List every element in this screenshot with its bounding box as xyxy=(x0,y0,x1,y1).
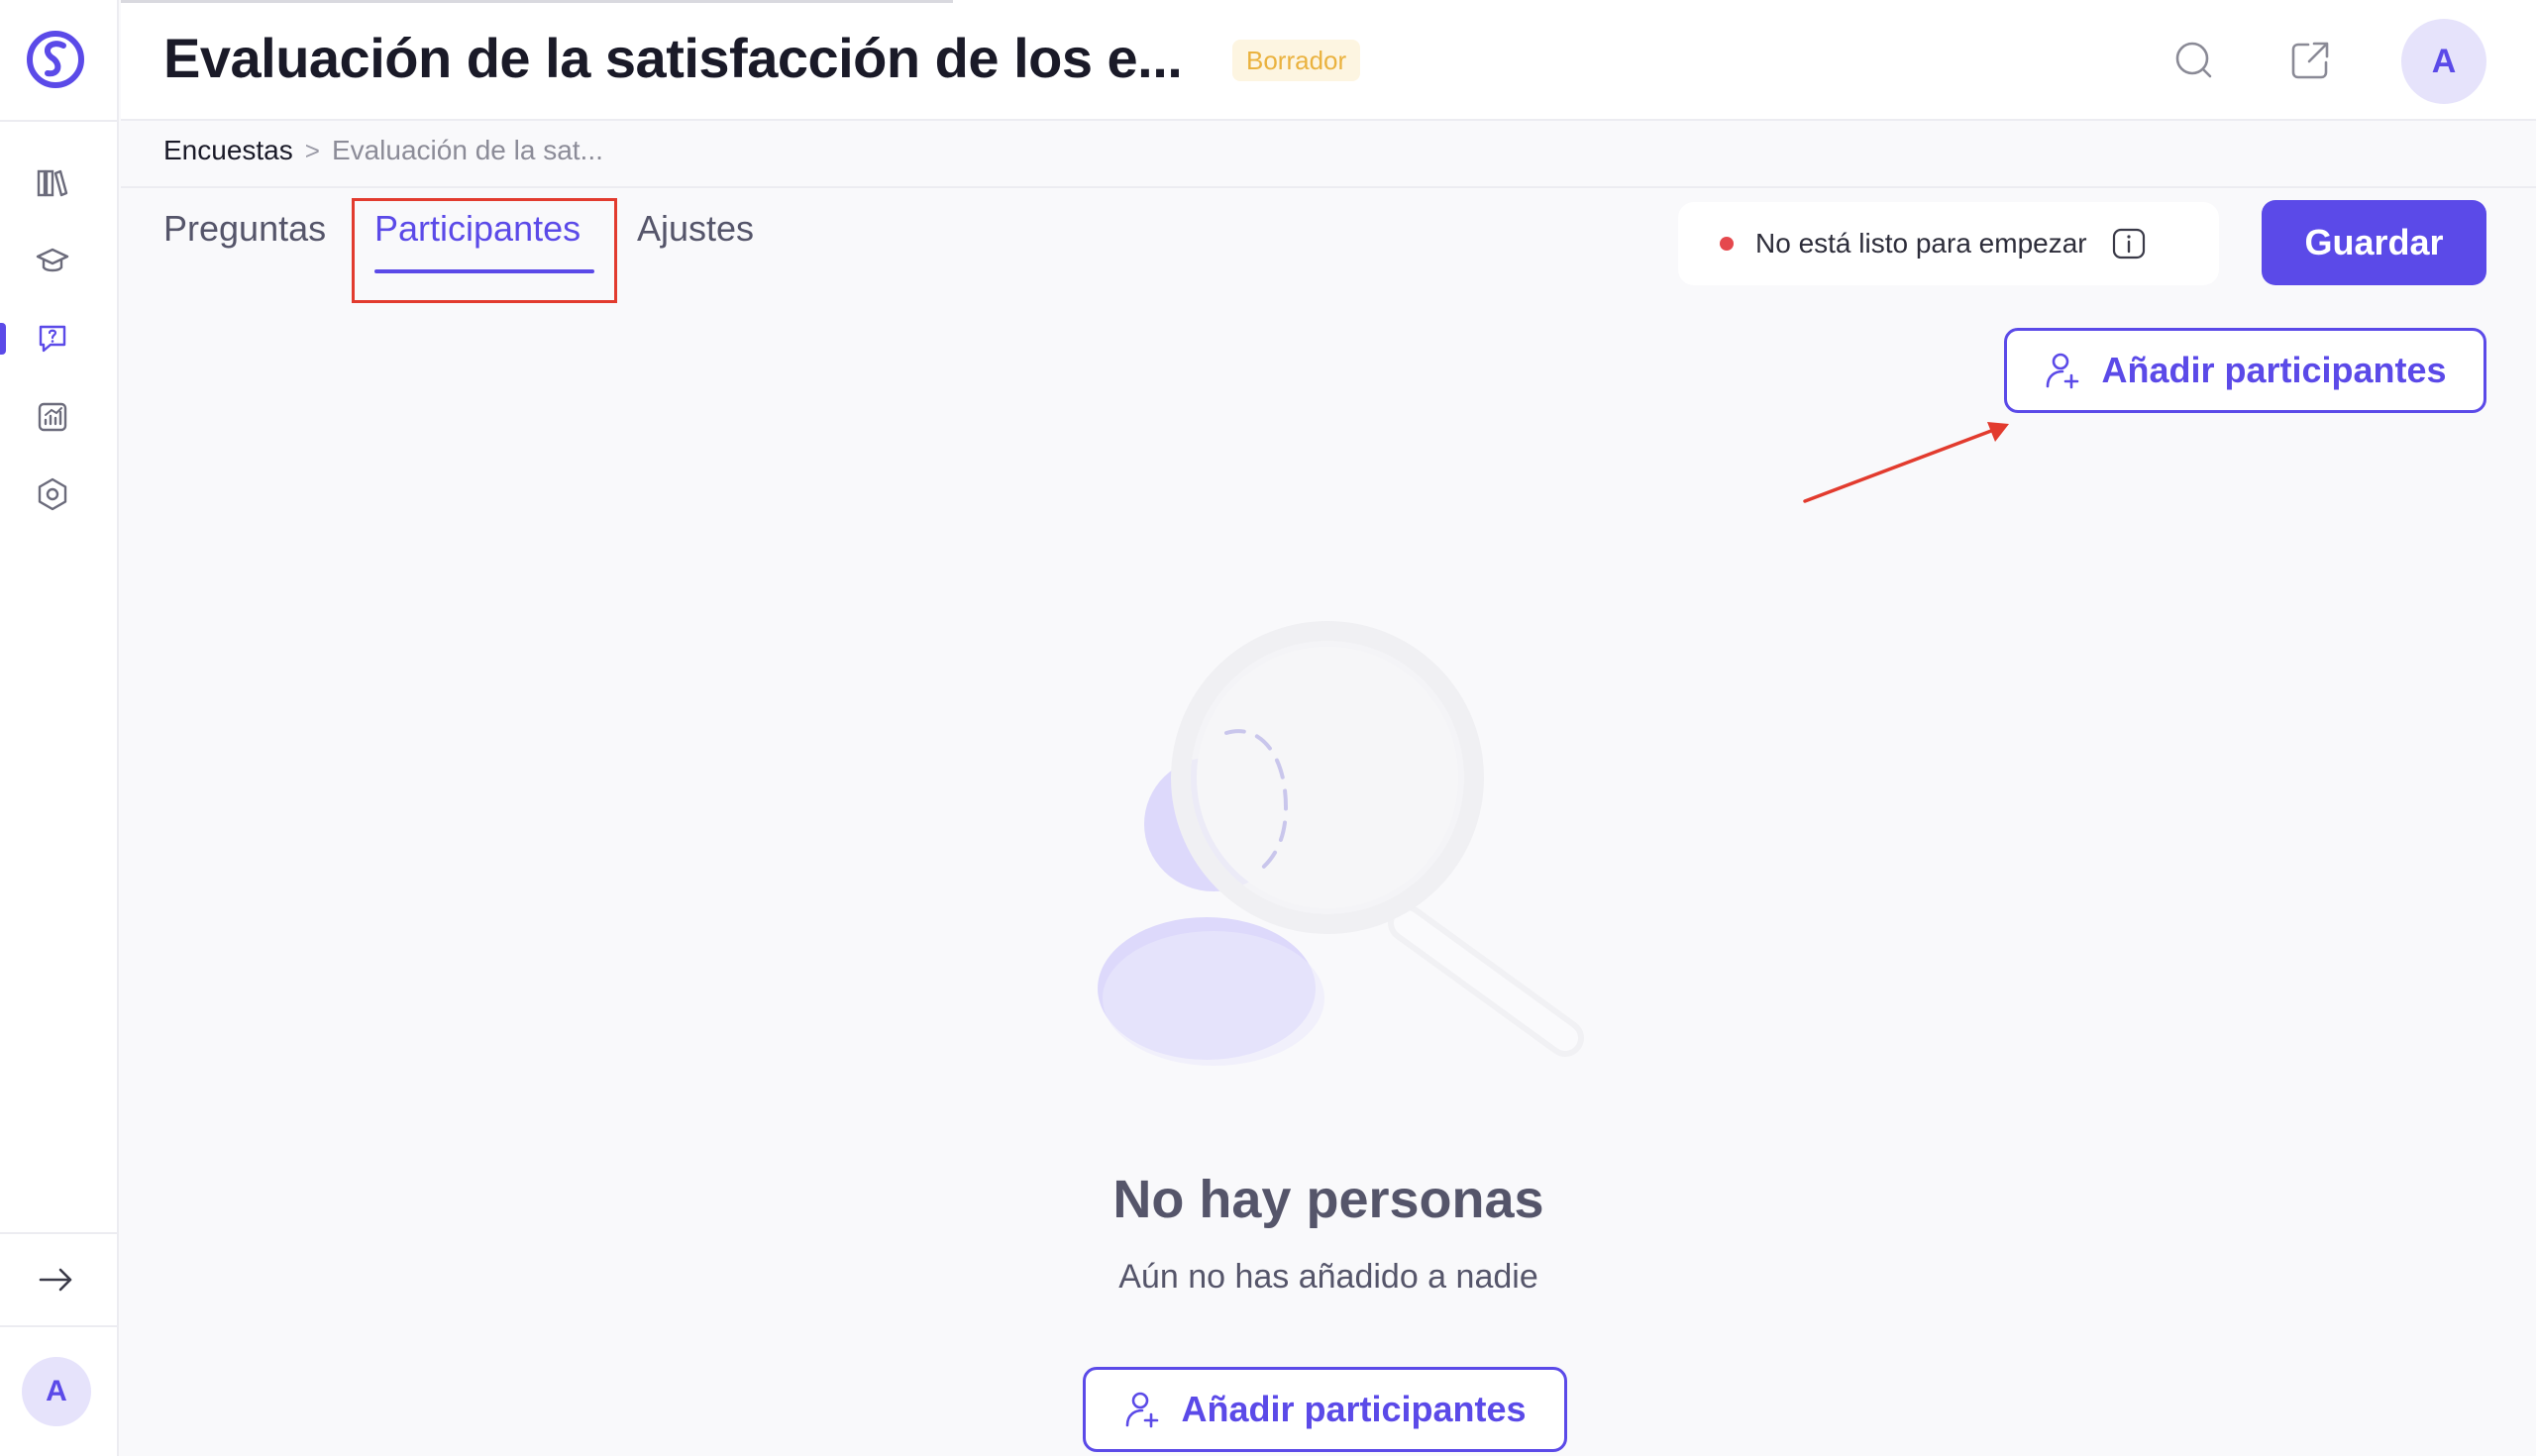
header-top-line xyxy=(121,0,953,3)
library-icon xyxy=(37,169,68,197)
sidebar-active-indicator xyxy=(0,323,6,355)
app-logo-icon[interactable] xyxy=(26,30,85,89)
search-button[interactable] xyxy=(2169,36,2219,85)
sidebar-avatar[interactable]: A xyxy=(22,1357,91,1426)
breadcrumb-root-link[interactable]: Encuestas xyxy=(163,135,293,166)
empty-state-subtitle: Aún no has añadido a nadie xyxy=(1118,1258,1538,1296)
user-avatar[interactable]: A xyxy=(2401,19,2486,104)
external-link-icon xyxy=(2291,42,2329,79)
breadcrumb-current: Evaluación de la sat... xyxy=(331,135,603,165)
sidebar-item-analytics[interactable] xyxy=(30,394,75,440)
breadcrumb-separator: > xyxy=(304,135,320,165)
page-title: Evaluación de la satisfacción de los e..… xyxy=(163,27,1183,89)
sidebar-divider xyxy=(0,1325,119,1327)
sidebar-divider xyxy=(0,120,119,122)
empty-search-illustration xyxy=(1098,621,1584,1066)
sidebar-item-surveys[interactable] xyxy=(30,316,75,362)
tab-preguntas[interactable]: Preguntas xyxy=(163,208,326,250)
annotation-highlight-box xyxy=(352,198,617,303)
sidebar-divider xyxy=(0,1232,119,1234)
analytics-icon xyxy=(38,402,67,432)
readiness-status: No está listo para empezar xyxy=(1678,202,2219,285)
open-external-button[interactable] xyxy=(2285,36,2335,85)
sidebar-item-settings[interactable] xyxy=(30,471,75,517)
top-header: Evaluación de la satisfacción de los e..… xyxy=(121,0,2536,121)
breadcrumb-divider xyxy=(121,186,2536,188)
add-participants-button[interactable]: Añadir participantes xyxy=(2004,328,2486,413)
status-dot xyxy=(1720,237,1734,251)
save-button[interactable]: Guardar xyxy=(2262,200,2486,285)
tab-ajustes[interactable]: Ajustes xyxy=(637,208,754,250)
survey-question-icon xyxy=(39,325,66,353)
empty-state-button-label: Añadir participantes xyxy=(1181,1389,1527,1429)
info-icon[interactable] xyxy=(2111,226,2147,261)
settings-hexagon-icon xyxy=(38,477,67,511)
add-participants-label: Añadir participantes xyxy=(2101,350,2447,390)
sidebar-item-library[interactable] xyxy=(30,160,75,206)
empty-state-add-participants-button[interactable]: Añadir participantes xyxy=(1083,1367,1567,1452)
status-text: No está listo para empezar xyxy=(1755,228,2087,259)
breadcrumb: Encuestas > Evaluación de la sat... xyxy=(163,135,603,166)
sidebar: A xyxy=(0,0,119,1456)
graduation-cap-icon xyxy=(36,248,69,272)
search-icon xyxy=(2175,42,2212,78)
empty-state-title: No hay personas xyxy=(1112,1170,1544,1229)
add-user-icon xyxy=(2047,353,2079,389)
annotation-arrow-icon xyxy=(1803,422,2009,503)
status-badge: Borrador xyxy=(1232,40,1361,81)
add-user-icon xyxy=(1126,1392,1159,1428)
sidebar-item-learning[interactable] xyxy=(30,238,75,283)
